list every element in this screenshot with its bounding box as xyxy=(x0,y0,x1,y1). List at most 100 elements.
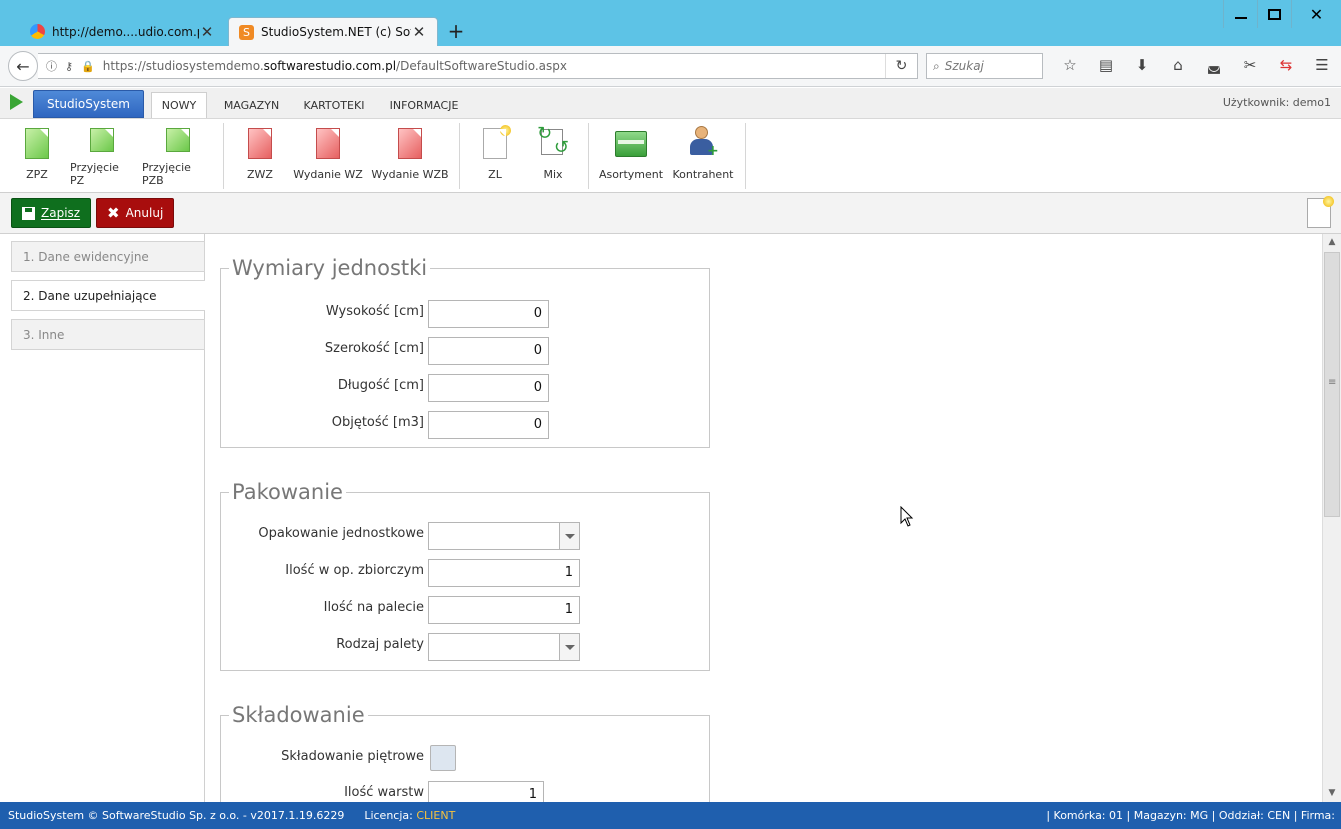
floppy-disk-icon xyxy=(22,206,35,220)
chevron-down-icon[interactable] xyxy=(559,523,579,549)
ribbon-button-zwz[interactable]: ZWZ xyxy=(235,125,285,187)
action-bar: Zapisz ✖ Anuluj xyxy=(0,193,1341,234)
rodzaj-palety-select[interactable] xyxy=(428,633,580,661)
ribbon-button-przyjecie-pz[interactable]: Przyjęcie PZ xyxy=(70,125,134,187)
field-row-dlugosc: Długość [cm] 0 xyxy=(221,374,711,402)
group-skladowanie: Składowanie Składowanie piętrowe Ilość w… xyxy=(220,702,711,802)
save-button[interactable]: Zapisz xyxy=(11,198,92,228)
ribbon-label: Przyjęcie PZ xyxy=(70,161,119,187)
browser-tab-studiosystem[interactable]: S StudioSystem.NET (c) Soft... ✕ xyxy=(228,17,438,46)
side-tab-dane-ewidencyjne[interactable]: 1. Dane ewidencyjne xyxy=(11,241,205,272)
browser-nav-bar: ← ⓘ ⚷ 🔒 https://studiosystemdemo.softwar… xyxy=(0,46,1341,87)
play-icon[interactable] xyxy=(10,94,23,110)
ribbon-button-przyjecie-pzb[interactable]: Przyjęcie PZB xyxy=(142,125,214,187)
reading-list-icon[interactable]: ▤ xyxy=(1088,56,1124,74)
group-wymiary-jednostki: Wymiary jednostki Wysokość [cm] 0 Szerok… xyxy=(220,255,711,448)
content-scrollbar[interactable]: ▲ ▼ xyxy=(1322,234,1341,802)
menu-tab-kartoteki[interactable]: KARTOTEKI xyxy=(296,92,372,118)
ribbon-toolbar: ZPZ Przyjęcie PZ Przyjęcie PZB ZWZ Wydan… xyxy=(0,118,1341,193)
minimize-window-button[interactable] xyxy=(1223,0,1257,28)
ribbon-button-zpz[interactable]: ZPZ xyxy=(12,125,62,187)
scissors-icon[interactable]: ✂ xyxy=(1232,56,1268,74)
ribbon-button-wydanie-wz[interactable]: Wydanie WZ xyxy=(292,125,364,187)
field-row-szerokosc: Szerokość [cm] 0 xyxy=(221,337,711,365)
reload-icon[interactable]: ↻ xyxy=(885,54,917,78)
opakowanie-jednostkowe-select[interactable] xyxy=(428,522,580,550)
cancel-label: Anuluj xyxy=(125,206,164,220)
field-label: Szerokość [cm] xyxy=(324,341,424,356)
ribbon-button-wydanie-wzb[interactable]: Wydanie WZB xyxy=(370,125,450,187)
menu-tab-magazyn[interactable]: MAGAZYN xyxy=(214,92,289,118)
ilosc-op-zbiorczym-input[interactable]: 1 xyxy=(428,559,580,587)
chevron-down-icon[interactable] xyxy=(559,634,579,660)
field-label: Składowanie piętrowe xyxy=(281,749,424,764)
wysokosc-input[interactable]: 0 xyxy=(428,300,549,328)
ribbon-label: Mix xyxy=(543,168,563,181)
info-icon[interactable]: ⓘ xyxy=(46,58,57,74)
field-row-objetosc: Objętość [m3] 0 xyxy=(221,411,711,439)
ribbon-button-asortyment[interactable]: Asortyment xyxy=(598,125,664,187)
scroll-up-icon[interactable]: ▲ xyxy=(1323,234,1341,251)
box-icon xyxy=(615,131,647,157)
field-row-ilosc-warstw: Ilość warstw 1 xyxy=(221,781,711,802)
download-icon[interactable]: ⬇ xyxy=(1124,56,1160,74)
szerokosc-input[interactable]: 0 xyxy=(428,337,549,365)
group-title: Składowanie xyxy=(229,702,368,728)
browser-tab-demo[interactable]: http://demo....udio.com.pl/ ✕ xyxy=(20,17,225,46)
red-document-icon xyxy=(248,128,272,159)
cancel-button[interactable]: ✖ Anuluj xyxy=(96,198,175,228)
studiosystem-favicon-icon: S xyxy=(239,24,254,40)
ribbon-separator xyxy=(588,123,589,189)
save-label: Zapisz xyxy=(41,206,81,220)
new-tab-button[interactable]: + xyxy=(446,20,466,42)
url-bar[interactable]: ⓘ ⚷ 🔒 https://studiosystemdemo.softwares… xyxy=(38,53,918,79)
ribbon-label: Asortyment xyxy=(598,168,664,181)
ribbon-label: Kontrahent xyxy=(672,168,734,181)
close-window-button[interactable]: ✕ xyxy=(1291,0,1341,28)
ribbon-label: Wydanie WZ xyxy=(293,168,363,181)
scroll-thumb[interactable] xyxy=(1324,252,1340,517)
ribbon-separator xyxy=(745,123,746,189)
ribbon-label: ZWZ xyxy=(247,168,273,181)
menu-tab-informacje[interactable]: INFORMACJE xyxy=(380,92,468,118)
studiosystem-logo-button[interactable]: StudioSystem xyxy=(33,90,144,118)
browser-favicon-icon xyxy=(30,24,45,39)
field-label: Objętość [m3] xyxy=(331,415,424,430)
browser-tab-title: http://demo....udio.com.pl/ xyxy=(52,24,199,39)
ilosc-na-palecie-input[interactable]: 1 xyxy=(428,596,580,624)
lock-icon: 🔒 xyxy=(81,59,95,73)
ribbon-button-kontrahent[interactable]: + Kontrahent xyxy=(670,125,736,187)
url-path: /DefaultSoftwareStudio.aspx xyxy=(396,59,567,73)
bookmark-star-icon[interactable]: ☆ xyxy=(1052,56,1088,74)
copyright-version-text: StudioSystem © SoftwareStudio Sp. z o.o.… xyxy=(8,809,345,822)
pocket-icon[interactable]: ◛ xyxy=(1196,56,1232,74)
objetosc-input[interactable]: 0 xyxy=(428,411,549,439)
ribbon-button-mix[interactable]: ↻ ↺ Mix xyxy=(530,125,576,187)
green-document-icon xyxy=(25,128,49,159)
side-tab-inne[interactable]: 3. Inne xyxy=(11,319,205,350)
close-tab-icon[interactable]: ✕ xyxy=(411,23,427,41)
menu-tab-nowy[interactable]: NOWY xyxy=(151,92,207,118)
url-domain: softwarestudio.com.pl xyxy=(263,59,397,73)
browser-tab-title: StudioSystem.NET (c) Soft... xyxy=(261,25,411,39)
green-document-icon xyxy=(90,128,114,152)
side-tab-dane-uzupelniajace[interactable]: 2. Dane uzupełniające xyxy=(11,280,205,311)
url-text[interactable]: https://studiosystemdemo.softwarestudio.… xyxy=(103,59,567,73)
ilosc-warstw-input[interactable]: 1 xyxy=(428,781,544,802)
license-info: Licencja: CLIENT xyxy=(364,809,455,822)
dlugosc-input[interactable]: 0 xyxy=(428,374,549,402)
license-value: CLIENT xyxy=(416,809,456,822)
sync-arrows-icon[interactable]: ⇆ xyxy=(1268,56,1304,74)
hamburger-menu-icon[interactable]: ☰ xyxy=(1304,56,1340,74)
new-document-button[interactable] xyxy=(1307,196,1334,228)
close-tab-icon[interactable]: ✕ xyxy=(199,23,215,41)
skladowanie-pietrowe-checkbox[interactable] xyxy=(430,745,456,771)
browser-search-input[interactable]: ⌕ Szukaj xyxy=(926,53,1043,79)
field-row-wysokosc: Wysokość [cm] 0 xyxy=(221,300,711,328)
maximize-window-button[interactable] xyxy=(1257,0,1291,28)
ribbon-label: ZPZ xyxy=(26,168,48,181)
home-icon[interactable]: ⌂ xyxy=(1160,56,1196,74)
back-button[interactable]: ← xyxy=(8,51,38,81)
scroll-down-icon[interactable]: ▼ xyxy=(1323,785,1341,802)
ribbon-button-zl[interactable]: ZL xyxy=(474,125,516,187)
